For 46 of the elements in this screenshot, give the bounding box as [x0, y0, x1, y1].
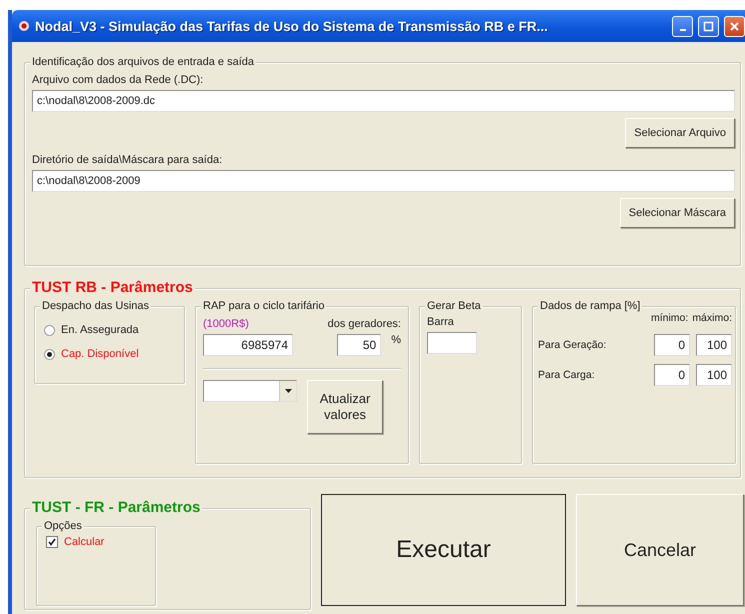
group-title: RAP para o ciclo tarifário: [203, 300, 324, 312]
group-title: TUST RB - Parâmetros: [32, 279, 193, 296]
execute-button[interactable]: Executar: [321, 494, 566, 606]
rap-field[interactable]: 6985974: [203, 334, 293, 356]
caret-icon: [284, 389, 292, 393]
group-title: Opções: [44, 520, 82, 532]
minimize-button[interactable]: [672, 16, 693, 36]
field-label: Arquivo com dados da Rede (.DC):: [32, 74, 204, 86]
maximize-button[interactable]: [698, 16, 719, 36]
field-label: Diretório de saída\Máscara para saída:: [32, 154, 224, 166]
field-label: Barra: [427, 316, 455, 328]
row-label: Para Carga:: [538, 369, 596, 381]
close-button[interactable]: [724, 16, 745, 36]
network-file-field[interactable]: c:\nodal\8\2008-2009.dc: [32, 90, 735, 112]
column-label: máximo:: [692, 312, 732, 324]
group-title: Dados de rampa [%]: [540, 300, 640, 312]
radio-label[interactable]: En. Assegurada: [61, 324, 139, 336]
group-title: Despacho das Usinas: [42, 300, 150, 312]
minimum-field[interactable]: 0: [654, 364, 690, 386]
select-file-button[interactable]: Selecionar Arquivo: [625, 118, 735, 148]
cancel-button[interactable]: Cancelar: [576, 494, 744, 606]
minimize-icon: [680, 29, 686, 31]
period-dropdown[interactable]: [203, 380, 297, 402]
maximum-field[interactable]: 100: [696, 334, 732, 356]
select-mask-button[interactable]: Selecionar Máscara: [620, 198, 735, 228]
output-folder-field[interactable]: c:\nodal\8\2008-2009: [32, 170, 735, 192]
group-title: TUST - FR - Parâmetros: [32, 499, 200, 516]
generators-percent-field[interactable]: 50: [337, 334, 382, 356]
row-label: Para Geração:: [538, 339, 608, 351]
group-title: Gerar Beta: [427, 300, 481, 312]
percent-label: %: [391, 334, 401, 346]
app-icon: [18, 20, 30, 32]
minimum-field[interactable]: 0: [654, 334, 690, 356]
group-title: Identificação dos arquivos de entrada e saída: [32, 56, 254, 68]
radio-button[interactable]: [44, 348, 55, 360]
close-icon: [728, 20, 741, 32]
maximize-icon: [702, 20, 715, 32]
radio-button[interactable]: [44, 324, 55, 336]
update-values-button[interactable]: Atualizar valores: [307, 380, 383, 434]
window-title: Nodal_V3 - Simulação das Tarifas de Uso do Sistema de Transmissão RB e FR...: [35, 18, 549, 34]
column-label: mínimo:: [650, 312, 688, 324]
generators-label: dos geradores:: [328, 318, 401, 330]
bus-field[interactable]: [427, 332, 477, 354]
maximum-field[interactable]: 100: [696, 364, 732, 386]
checkbox[interactable]: [46, 536, 58, 548]
unit-label: (1000R$): [203, 318, 249, 330]
